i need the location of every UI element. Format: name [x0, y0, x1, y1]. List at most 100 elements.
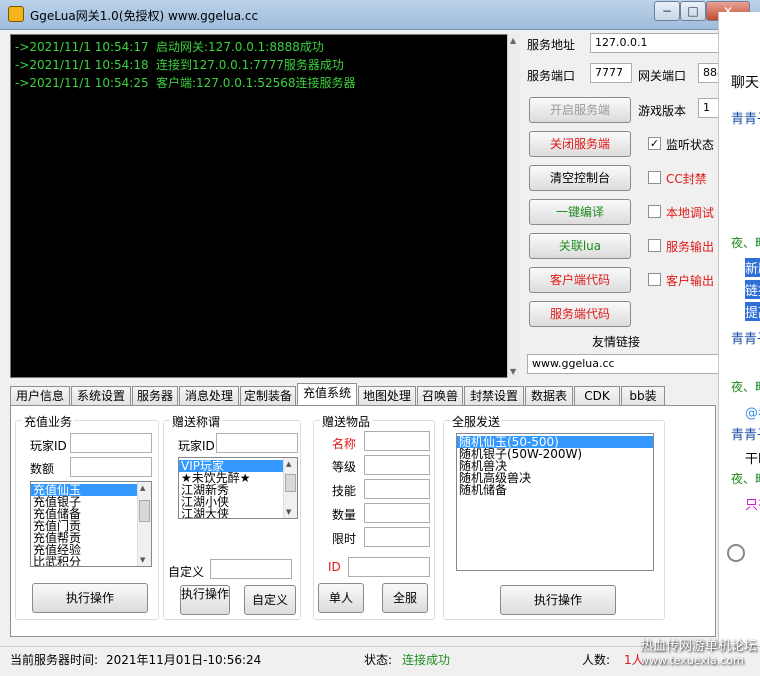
recharge-group: 充值业务 玩家ID 数额 充值仙玉 充值银子 充值储备 充值门贡 充值帮贡 充值…	[15, 413, 159, 620]
console-output[interactable]: ->2021/11/1 10:54:17 启动网关:127.0.0.1:8888成…	[10, 34, 518, 378]
custom-title-input[interactable]	[210, 559, 292, 579]
item-level-label: 等级	[332, 460, 357, 474]
client-output-checkbox[interactable]	[648, 273, 661, 286]
friend-link-label: 友情链接	[592, 335, 641, 349]
server-time-label: 当前服务器时间:	[10, 653, 99, 667]
chat-item[interactable]: @看	[745, 402, 760, 421]
cc-ban-checkbox[interactable]	[648, 171, 661, 184]
app-icon	[8, 6, 24, 22]
server-output-label: 服务输出	[666, 240, 715, 254]
server-output-checkbox[interactable]	[648, 239, 661, 252]
item-quantity-label: 数量	[332, 508, 357, 522]
monitor-checkbox[interactable]: ✓	[648, 137, 661, 150]
scroll-up-icon[interactable]: ▲	[510, 36, 516, 45]
chat-item[interactable]: 只有	[745, 494, 760, 513]
compile-button[interactable]: 一键编译	[529, 199, 631, 225]
console-line: ->2021/11/1 10:54:18 连接到127.0.0.1:7777服务器…	[15, 58, 344, 72]
chat-item[interactable]: 青青子	[731, 328, 760, 347]
title-gift-title: 赠送称谓	[170, 413, 223, 430]
item-name-input[interactable]	[364, 431, 430, 451]
list-item[interactable]: 比武积分	[31, 556, 151, 566]
chat-item[interactable]: 夜、畔	[731, 378, 760, 395]
friend-link-input[interactable]: www.ggelua.cc	[527, 354, 720, 374]
tab-summon[interactable]: 召唤兽	[417, 386, 463, 406]
recharge-amount-label: 数额	[30, 462, 55, 476]
item-quantity-input[interactable]	[364, 503, 430, 523]
local-debug-checkbox[interactable]	[648, 205, 661, 218]
game-version-input[interactable]: 1	[698, 98, 720, 118]
chat-item[interactable]: 新剧	[745, 258, 760, 277]
state-value: 连接成功	[402, 653, 451, 667]
recharge-type-list[interactable]: 充值仙玉 充值银子 充值储备 充值门贡 充值帮贡 充值经验 比武积分 ▲ ▼	[30, 481, 152, 567]
tab-server[interactable]: 服务器	[132, 386, 178, 406]
chat-item[interactable]: 青青子	[731, 108, 760, 127]
title-list[interactable]: VIP玩家 ★未饮先醉★ 江湖新秀 江湖小侠 江湖大侠 ▲ ▼	[178, 457, 298, 519]
watermark: 热血传网游单机论坛 www.texuexia.com	[640, 639, 758, 668]
all-send-button[interactable]: 全服	[382, 583, 428, 613]
tab-bb-equipment[interactable]: bb装	[621, 386, 665, 406]
tab-custom-equipment[interactable]: 定制装备	[240, 386, 296, 406]
title-execute-button[interactable]: 执行操作	[180, 585, 230, 615]
chat-item[interactable]: 提高	[745, 302, 760, 321]
address-label: 服务地址	[527, 38, 576, 52]
local-debug-label: 本地调试	[666, 206, 715, 220]
start-server-button[interactable]: 开启服务端	[529, 97, 631, 123]
list-item[interactable]: 随机储备	[457, 484, 653, 496]
tab-system-settings[interactable]: 系统设置	[71, 386, 131, 406]
state-label: 状态:	[364, 653, 393, 667]
tab-message[interactable]: 消息处理	[179, 386, 239, 406]
item-name-label: 名称	[332, 437, 357, 451]
tab-map[interactable]: 地图处理	[358, 386, 416, 406]
item-time-limit-input[interactable]	[364, 527, 430, 547]
emoji-icon[interactable]	[727, 544, 745, 562]
port-label: 服务端口	[527, 69, 576, 83]
stop-server-button[interactable]: 关闭服务端	[529, 131, 631, 157]
server-code-button[interactable]: 服务端代码	[529, 301, 631, 327]
minimize-button[interactable]: −	[654, 1, 680, 21]
tab-cdk[interactable]: CDK	[574, 386, 620, 406]
recharge-player-id-input[interactable]	[70, 433, 152, 453]
custom-title-button[interactable]: 自定义	[244, 585, 296, 615]
item-id-input[interactable]	[348, 557, 430, 577]
title-player-id-label: 玩家ID	[178, 439, 215, 453]
chat-item[interactable]: 青青子	[731, 424, 760, 443]
list-item[interactable]: 江湖大侠	[179, 508, 297, 518]
server-send-execute-button[interactable]: 执行操作	[500, 585, 616, 615]
client-code-button[interactable]: 客户端代码	[529, 267, 631, 293]
item-level-input[interactable]	[364, 455, 430, 475]
item-skill-label: 技能	[332, 484, 357, 498]
chat-item[interactable]: 夜、畔	[731, 470, 760, 487]
recharge-execute-button[interactable]: 执行操作	[32, 583, 148, 613]
port-input[interactable]: 7777	[590, 63, 632, 83]
chat-item[interactable]: 链接	[745, 280, 760, 299]
list-scrollbar[interactable]: ▲ ▼	[137, 482, 151, 566]
title-player-id-input[interactable]	[216, 433, 298, 453]
recharge-title: 充值业务	[22, 413, 75, 430]
console-scrollbar[interactable]: ▲ ▼	[507, 34, 519, 378]
item-id-label: ID	[328, 560, 341, 574]
list-scrollbar[interactable]: ▲ ▼	[283, 458, 297, 518]
scroll-down-icon[interactable]: ▼	[510, 367, 516, 376]
chat-title: 聊天	[731, 75, 759, 91]
game-version-label: 游戏版本	[638, 104, 687, 118]
link-lua-button[interactable]: 关联lua	[529, 233, 631, 259]
chat-item[interactable]: 夜、畔	[731, 234, 760, 251]
console-line: ->2021/11/1 10:54:17 启动网关:127.0.0.1:8888成…	[15, 40, 324, 54]
maximize-button[interactable]: □	[680, 1, 706, 21]
server-send-title: 全服发送	[450, 413, 503, 430]
tab-ban-settings[interactable]: 封禁设置	[464, 386, 524, 406]
server-send-list[interactable]: 随机仙玉(50-500) 随机银子(50W-200W) 随机兽决 随机高级兽决 …	[456, 433, 654, 571]
item-skill-input[interactable]	[364, 479, 430, 499]
gateway-port-input[interactable]: 888	[698, 63, 720, 83]
single-send-button[interactable]: 单人	[318, 583, 364, 613]
clear-console-button[interactable]: 清空控制台	[529, 165, 631, 191]
tab-recharge[interactable]: 充值系统	[297, 383, 357, 406]
chat-item[interactable]: 干h	[745, 448, 760, 467]
chat-window: 聊天 青青子 夜、畔 新剧 链接 提高 青青子 夜、畔 @看 青青子 干h 夜、…	[718, 12, 760, 676]
title-bar: GgeLua网关1.0(免授权) www.ggelua.cc − □ ✕	[0, 0, 760, 30]
recharge-amount-input[interactable]	[70, 457, 152, 477]
tab-data-table[interactable]: 数据表	[525, 386, 573, 406]
client-output-label: 客户输出	[666, 274, 715, 288]
address-input[interactable]: 127.0.0.1	[590, 33, 720, 53]
tab-user-info[interactable]: 用户信息	[10, 386, 70, 406]
